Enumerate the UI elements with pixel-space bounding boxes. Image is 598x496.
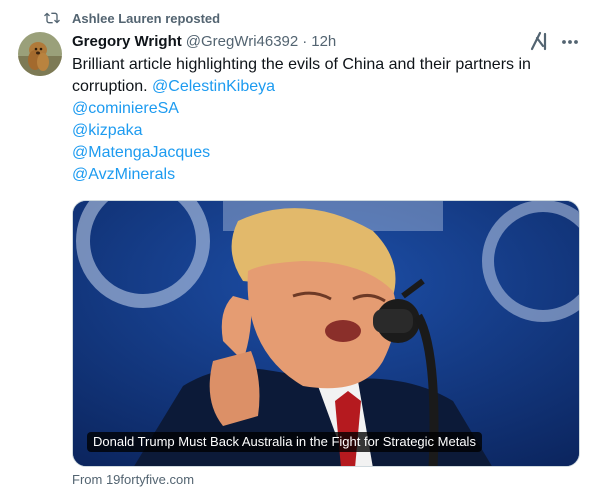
repost-indicator: Ashlee Lauren reposted <box>44 9 220 27</box>
tweet[interactable]: Ashlee Lauren reposted Gregory Wright @G… <box>0 0 598 496</box>
timestamp[interactable]: 12h <box>311 33 336 50</box>
grok-icon[interactable] <box>528 30 550 52</box>
separator-dot: · <box>302 32 308 50</box>
tweet-header: Gregory Wright @GregWri46392 · 12h <box>72 30 584 52</box>
mention-link[interactable]: @MatengaJacques <box>72 142 584 164</box>
mention-link[interactable]: @kizpaka <box>72 120 584 142</box>
link-card[interactable]: Donald Trump Must Back Australia in the … <box>72 200 580 467</box>
avatar[interactable] <box>18 32 62 76</box>
tweet-content: Gregory Wright @GregWri46392 · 12h Brill… <box>72 30 584 186</box>
tweet-text: Brilliant article highlighting the evils… <box>72 54 584 186</box>
more-options-icon[interactable] <box>560 32 580 52</box>
mention-link[interactable]: @CelestinKibeya <box>152 78 275 95</box>
card-caption: Donald Trump Must Back Australia in the … <box>87 432 482 452</box>
card-source[interactable]: From 19fortyfive.com <box>72 472 194 487</box>
mention-link[interactable]: @AvzMinerals <box>72 164 584 186</box>
repost-icon <box>44 12 60 24</box>
card-image <box>73 201 579 466</box>
repost-label[interactable]: Ashlee Lauren reposted <box>72 11 220 26</box>
author-name[interactable]: Gregory Wright <box>72 33 182 50</box>
mention-link[interactable]: @cominiereSA <box>72 98 584 120</box>
author-handle[interactable]: @GregWri46392 <box>186 33 299 50</box>
tweet-text-body: Brilliant article highlighting the evils… <box>72 56 531 95</box>
